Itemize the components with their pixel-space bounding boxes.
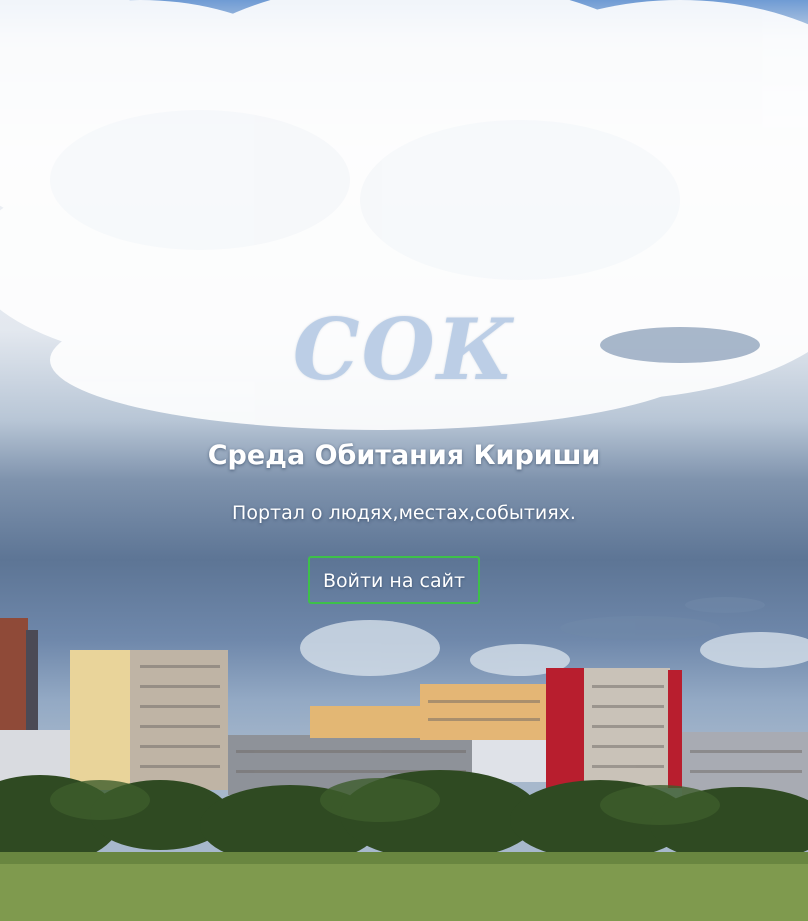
- site-title: Среда Обитания Кириши: [207, 440, 601, 471]
- site-logo: СОК: [292, 300, 516, 399]
- hero-section: СОК Среда Обитания Кириши Портал о людях…: [0, 0, 808, 921]
- site-subtitle: Портал о людях,местах,событиях.: [232, 502, 576, 524]
- login-button[interactable]: Войти на сайт: [308, 556, 480, 604]
